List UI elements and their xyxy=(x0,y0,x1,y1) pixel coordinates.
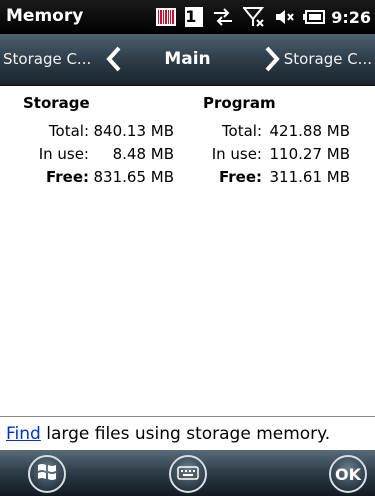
volume-mute-icon xyxy=(274,8,294,26)
storage-inuse-value: 8.48 MB xyxy=(112,145,174,163)
signal-off-icon xyxy=(243,6,265,28)
storage-free-label: Free: xyxy=(45,168,89,186)
tab-bar: Storage C... Main Storage C... xyxy=(0,34,375,86)
program-total-value: 421.88 MB xyxy=(269,122,351,140)
chevron-right-icon[interactable] xyxy=(264,46,280,76)
keyboard-button[interactable] xyxy=(169,455,207,493)
program-heading: Program xyxy=(203,94,276,112)
status-icons: 1 9:26 xyxy=(147,4,371,30)
barcode-icon xyxy=(156,8,177,26)
storage-heading: Storage xyxy=(23,94,90,112)
storage-free-value: 831.65 MB xyxy=(93,168,175,186)
number-badge-icon: 1 xyxy=(185,7,204,27)
storage-total-label: Total: xyxy=(48,122,89,140)
title-bar: Memory 1 9:26 xyxy=(0,0,375,34)
app-title: Memory xyxy=(6,6,84,26)
storage-inuse-label: In use: xyxy=(38,145,89,163)
program-total-label: Total: xyxy=(221,122,262,140)
program-inuse-value: 110.27 MB xyxy=(269,145,351,163)
memory-panel: Storage Total: 840.13 MB In use: 8.48 MB… xyxy=(0,86,375,411)
program-inuse-label: In use: xyxy=(211,145,262,163)
find-description: large files using storage memory. xyxy=(40,424,331,444)
keyboard-icon xyxy=(177,465,199,484)
storage-total-value: 840.13 MB xyxy=(93,122,175,140)
clock: 9:26 xyxy=(331,7,371,27)
program-free-label: Free: xyxy=(218,168,262,186)
battery-icon xyxy=(303,9,326,25)
tab-next[interactable]: Storage C... xyxy=(284,50,372,68)
softkey-bar: OK xyxy=(0,450,375,496)
find-link[interactable]: Find xyxy=(6,424,41,444)
windows-logo-icon xyxy=(36,461,58,487)
ok-button[interactable]: OK xyxy=(329,455,367,493)
sync-arrows-icon xyxy=(212,7,234,27)
program-free-value: 311.61 MB xyxy=(269,168,351,186)
start-button[interactable] xyxy=(28,455,66,493)
find-files-line: Find large files using storage memory. xyxy=(0,416,375,450)
